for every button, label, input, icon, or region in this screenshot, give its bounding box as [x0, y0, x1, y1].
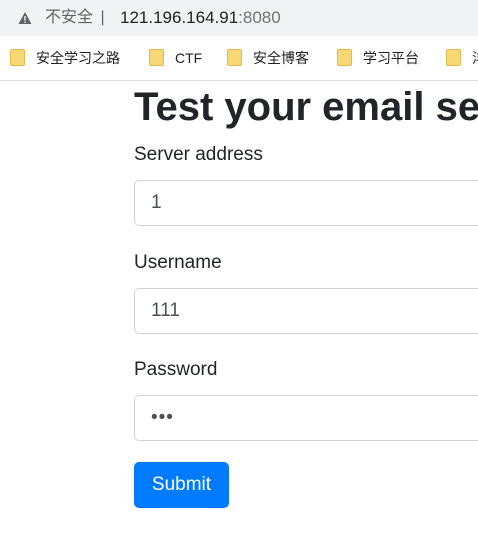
page-title: Test your email serv: [134, 85, 478, 129]
bookmark-label: 洋: [472, 48, 478, 68]
security-label: 不安全: [45, 9, 94, 26]
bookmarks-bar: 安全学习之路 CTF 安全博客 学习平台 洋: [0, 36, 478, 81]
bookmark-label: 学习平台: [363, 50, 419, 66]
submit-button[interactable]: Submit: [134, 462, 229, 508]
username-input[interactable]: 111: [134, 288, 478, 334]
server-address-label: Server address: [134, 144, 263, 165]
folder-icon: [227, 49, 242, 66]
folder-icon: [10, 49, 25, 66]
security-status[interactable]: 不安全 |: [45, 8, 105, 28]
folder-icon: [446, 49, 461, 66]
url-port: :8080: [238, 8, 281, 27]
bookmark-label: 安全博客: [253, 50, 309, 66]
username-label: Username: [134, 252, 222, 273]
address-bar[interactable]: 不安全 | 121.196.164.91:8080: [0, 0, 478, 36]
url-host: 121.196.164.91: [120, 8, 239, 27]
folder-icon: [149, 49, 164, 66]
bookmark-label: 安全学习之路: [36, 50, 120, 66]
warning-icon: [18, 12, 32, 24]
browser-viewport: 不安全 | 121.196.164.91:8080 安全学习之路 CTF 安全博…: [0, 0, 478, 547]
bookmark-label: CTF: [175, 50, 203, 66]
password-label: Password: [134, 359, 218, 380]
url-text[interactable]: 121.196.164.91:8080: [120, 8, 281, 28]
password-input[interactable]: •••: [134, 395, 478, 441]
url-separator: |: [100, 9, 105, 26]
folder-icon: [337, 49, 352, 66]
server-address-input[interactable]: 1: [134, 180, 478, 226]
